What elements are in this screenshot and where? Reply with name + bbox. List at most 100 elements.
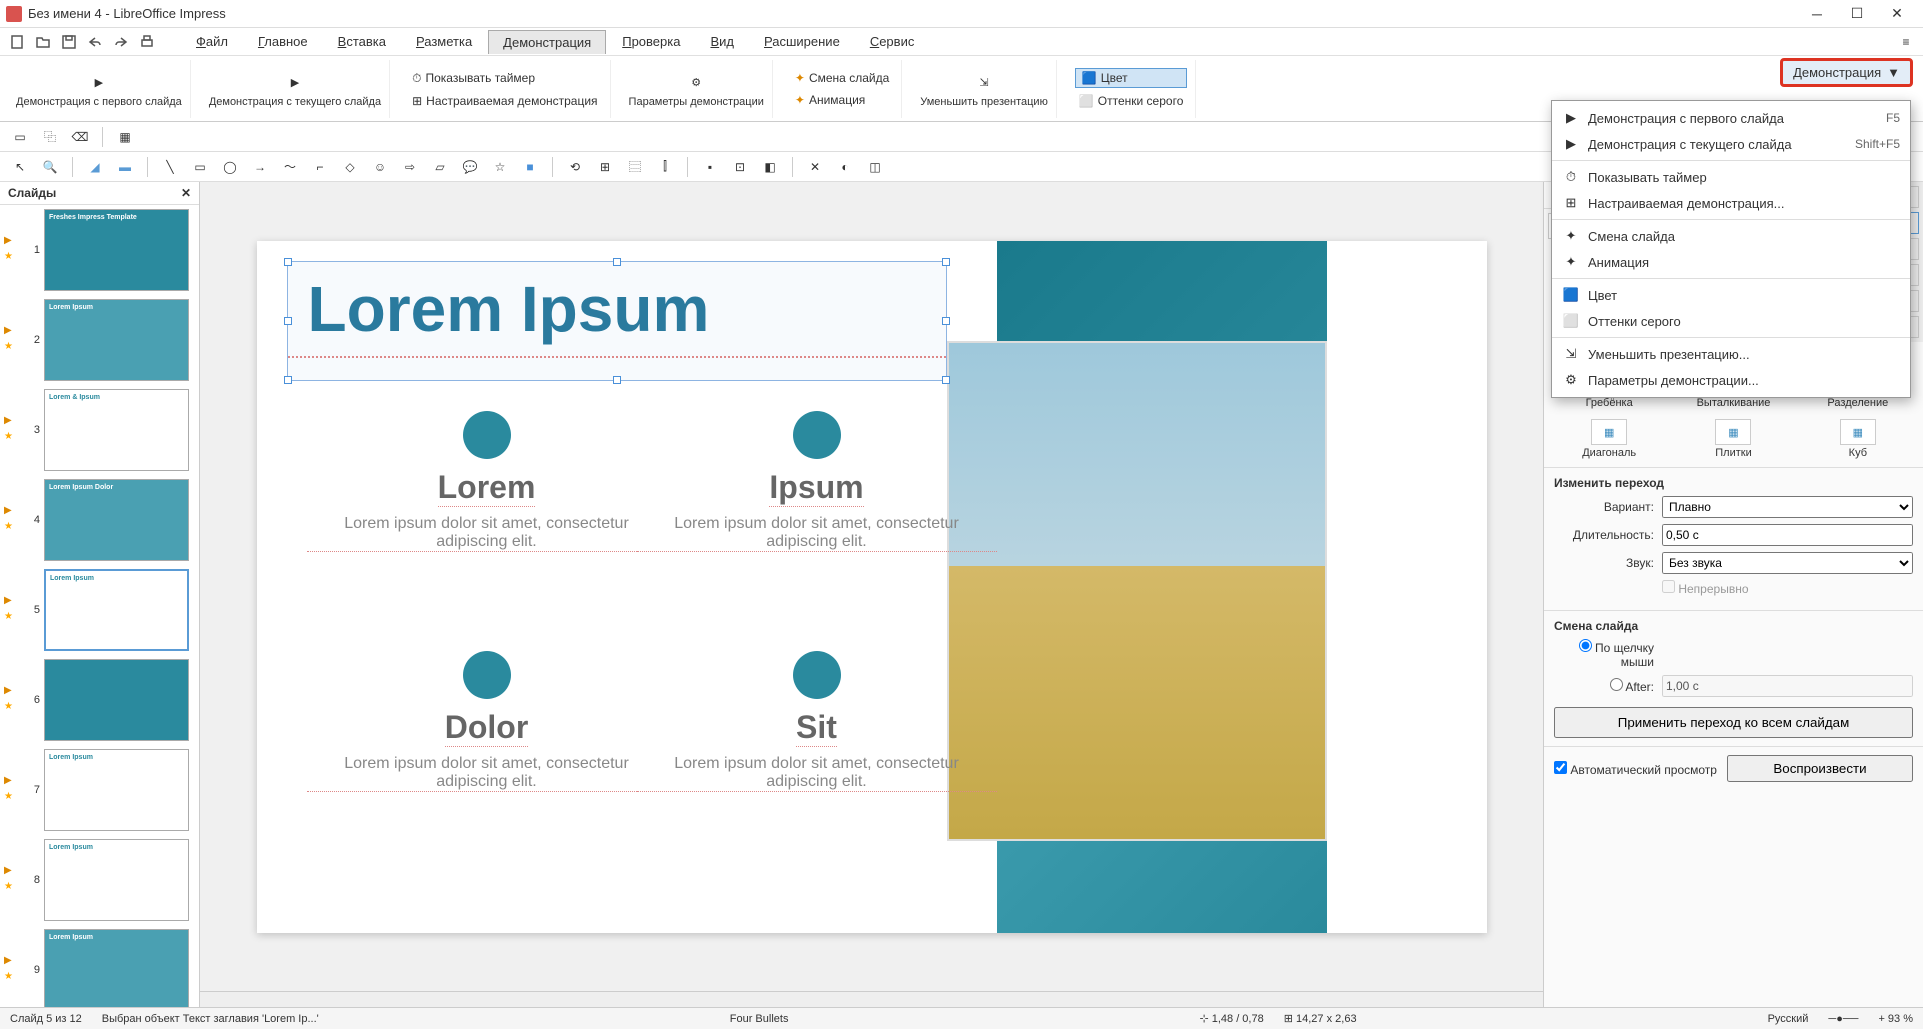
dd-item-params[interactable]: ⚙ Параметры демонстрации... (1552, 367, 1910, 393)
slide-action-icon[interactable]: ▶ (4, 235, 18, 249)
hamburger-icon[interactable]: ≡ (1895, 31, 1917, 53)
arrow-icon[interactable]: → (248, 155, 272, 179)
line-icon[interactable]: ╲ (158, 155, 182, 179)
animation-button[interactable]: ✦Анимация (791, 91, 893, 109)
menu-вид[interactable]: Вид (696, 30, 748, 53)
gluepoint-icon[interactable]: ✕ (803, 155, 827, 179)
slide-star-icon[interactable]: ★ (4, 431, 18, 445)
slide-action-icon[interactable]: ▶ (4, 505, 18, 519)
dd-item-play-current[interactable]: ▶ Демонстрация с текущего слайда Shift+F… (1552, 131, 1910, 157)
slide-thumbnail[interactable] (44, 659, 189, 741)
menu-расширение[interactable]: Расширение (750, 30, 854, 53)
layout-icon[interactable]: ▦ (113, 125, 137, 149)
callout-icon[interactable]: 💬 (458, 155, 482, 179)
delete-slide-icon[interactable]: ⌫ (68, 125, 92, 149)
zoom-value[interactable]: + 93 % (1878, 1013, 1913, 1025)
align-icon[interactable]: ⊞ (593, 155, 617, 179)
on-click-radio[interactable] (1579, 639, 1592, 652)
close-button[interactable]: ✕ (1877, 0, 1917, 28)
dd-item-color[interactable]: 🟦 Цвет (1552, 282, 1910, 308)
demo-params-button[interactable]: ⚙ Параметры демонстрации (629, 70, 764, 108)
curve-icon[interactable]: ～ (278, 155, 302, 179)
slide-thumbnail[interactable]: Lorem Ipsum Dolor (44, 479, 189, 561)
apply-all-button[interactable]: Применить переход ко всем слайдам (1554, 707, 1913, 738)
star-icon[interactable]: ☆ (488, 155, 512, 179)
flowchart-icon[interactable]: ▱ (428, 155, 452, 179)
slide-thumbnail[interactable]: Lorem Ipsum (44, 929, 189, 1007)
shapes-icon[interactable]: ◇ (338, 155, 362, 179)
slide-star-icon[interactable]: ★ (4, 971, 18, 985)
dd-item-custom[interactable]: ⊞ Настраиваемая демонстрация... (1552, 190, 1910, 216)
rotate-icon[interactable]: ⟲ (563, 155, 587, 179)
slide-star-icon[interactable]: ★ (4, 881, 18, 895)
slide-thumbnail[interactable]: Freshes Impress Template (44, 209, 189, 291)
slide-action-icon[interactable]: ▶ (4, 325, 18, 339)
title-text-frame[interactable]: Lorem Ipsum (287, 261, 947, 381)
content-block[interactable]: Sit Lorem ipsum dolor sit amet, consecte… (637, 651, 997, 792)
menu-демонстрация[interactable]: Демонстрация (488, 30, 606, 54)
show-timer-button[interactable]: ⏱Показывать таймер (408, 69, 601, 88)
save-icon[interactable] (58, 31, 80, 53)
slide-action-icon[interactable]: ▶ (4, 595, 18, 609)
language-info[interactable]: Русский (1768, 1013, 1809, 1025)
slide-star-icon[interactable]: ★ (4, 701, 18, 715)
menu-разметка[interactable]: Разметка (402, 30, 486, 53)
slide-star-icon[interactable]: ★ (4, 341, 18, 355)
slide-star-icon[interactable]: ★ (4, 791, 18, 805)
menu-проверка[interactable]: Проверка (608, 30, 694, 53)
content-block[interactable]: Ipsum Lorem ipsum dolor sit amet, consec… (637, 411, 997, 552)
horizontal-scrollbar[interactable] (200, 991, 1543, 1007)
extrude-icon[interactable]: ◫ (863, 155, 887, 179)
new-slide-icon[interactable]: ▭ (8, 125, 32, 149)
slide-action-icon[interactable]: ▶ (4, 685, 18, 699)
filter-icon[interactable]: ◧ (758, 155, 782, 179)
slide-star-icon[interactable]: ★ (4, 611, 18, 625)
open-icon[interactable] (32, 31, 54, 53)
auto-preview-checkbox[interactable] (1554, 761, 1567, 774)
redo-icon[interactable] (110, 31, 132, 53)
smiley-icon[interactable]: ☺ (368, 155, 392, 179)
zoom-slider[interactable]: ─●── (1828, 1013, 1858, 1025)
duration-input[interactable] (1662, 524, 1913, 546)
highlight-icon[interactable]: ◢ (83, 155, 107, 179)
slide-thumbnail[interactable]: Lorem Ipsum (44, 749, 189, 831)
menu-вставка[interactable]: Вставка (324, 30, 400, 53)
grayscale-button[interactable]: ⬜Оттенки серого (1075, 92, 1188, 110)
slide-action-icon[interactable]: ▶ (4, 415, 18, 429)
slide-star-icon[interactable]: ★ (4, 521, 18, 535)
arrange-icon[interactable]: ⿳ (623, 155, 647, 179)
color-button[interactable]: 🟦Цвет (1075, 68, 1188, 88)
menu-сервис[interactable]: Сервис (856, 30, 929, 53)
dd-item-gray[interactable]: ⬜ Оттенки серого (1552, 308, 1910, 334)
fill-icon[interactable]: ▬ (113, 155, 137, 179)
menu-главное[interactable]: Главное (244, 30, 322, 53)
pointer-icon[interactable]: ↖ (8, 155, 32, 179)
ellipse-icon[interactable]: ◯ (218, 155, 242, 179)
after-radio[interactable] (1610, 678, 1623, 691)
slide-action-icon[interactable]: ▶ (4, 865, 18, 879)
after-input[interactable] (1662, 675, 1913, 697)
zoom-icon[interactable]: 🔍 (38, 155, 62, 179)
slide-thumbnail[interactable]: Lorem & Ipsum (44, 389, 189, 471)
play-button[interactable]: Воспроизвести (1727, 755, 1913, 782)
dd-item-transition[interactable]: ✦ Смена слайда (1552, 223, 1910, 249)
transition-Диагональ[interactable]: ▦Диагональ (1548, 415, 1670, 463)
distribute-icon[interactable]: ⫿ (653, 155, 677, 179)
slide-change-button[interactable]: ✦Смена слайда (791, 69, 893, 87)
connector-icon[interactable]: ⌐ (308, 155, 332, 179)
custom-demo-button[interactable]: ⊞Настраиваемая демонстрация (408, 92, 601, 110)
demo-from-first-button[interactable]: ▶ Демонстрация с первого слайда (16, 70, 182, 108)
slide-star-icon[interactable]: ★ (4, 251, 18, 265)
slide-thumbnail[interactable]: Lorem Ipsum (44, 299, 189, 381)
slide-canvas[interactable]: Lorem Ipsum Lorem Lorem ipsum dolor sit … (257, 241, 1487, 933)
dd-item-play[interactable]: ▶ Демонстрация с первого слайда F5 (1552, 105, 1910, 131)
3d-icon[interactable]: ■ (518, 155, 542, 179)
dd-item-timer[interactable]: ⏱ Показывать таймер (1552, 164, 1910, 190)
demo-from-current-button[interactable]: ▶ Демонстрация с текущего слайда (209, 70, 381, 108)
transition-Куб[interactable]: ▦Куб (1797, 415, 1919, 463)
toggle-icon[interactable]: ◐ (833, 155, 857, 179)
minimize-presentation-button[interactable]: ⇲ Уменьшить презентацию (920, 70, 1048, 108)
dd-item-minimize[interactable]: ⇲ Уменьшить презентацию... (1552, 341, 1910, 367)
menu-файл[interactable]: Файл (182, 30, 242, 53)
transition-Плитки[interactable]: ▦Плитки (1672, 415, 1794, 463)
